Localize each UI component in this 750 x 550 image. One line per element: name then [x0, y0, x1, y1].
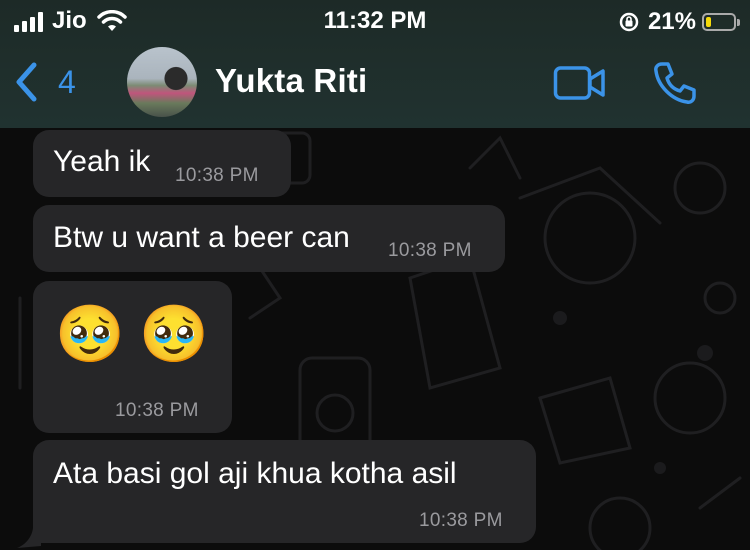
phone-icon[interactable] [652, 60, 698, 106]
message-text: Btw u want a beer can [53, 221, 350, 254]
message-bubble[interactable]: Yeah ik 10:38 PM [33, 130, 291, 197]
back-button[interactable]: 4 [14, 62, 76, 102]
chat-header: Jio 11:32 PM 21% 4 Yukta Riti [0, 0, 750, 128]
message-bubble[interactable]: Btw u want a beer can 10:38 PM [33, 205, 505, 272]
battery-percent: 21% [647, 8, 696, 35]
chevron-left-icon [16, 62, 37, 102]
contact-name[interactable]: Yukta Riti [215, 62, 367, 100]
pleading-face-emoji: 🥹 [55, 302, 125, 365]
message-list[interactable]: Yeah ik 10:38 PM Btw u want a beer can 1… [0, 128, 750, 550]
message-text: Yeah ik [53, 145, 151, 178]
message-time: 10:38 PM [115, 400, 199, 421]
pleading-face-emoji: 🥹 [139, 302, 209, 365]
status-bar: Jio 11:32 PM 21% [0, 0, 750, 40]
message-time: 10:38 PM [388, 240, 472, 261]
orientation-lock-icon [619, 12, 639, 32]
message-text: Ata basi gol aji khua kotha asil [53, 457, 457, 490]
navigation-bar: 4 Yukta Riti [0, 40, 750, 128]
unread-count: 4 [58, 63, 76, 100]
bubble-tail [17, 528, 41, 548]
video-call-icon[interactable] [553, 64, 607, 102]
message-bubble[interactable]: Ata basi gol aji khua kotha asil 10:38 P… [33, 440, 536, 543]
battery-icon [702, 13, 740, 31]
message-bubble[interactable]: 🥹 🥹 10:38 PM [33, 281, 232, 433]
message-time: 10:38 PM [419, 510, 503, 531]
contact-avatar[interactable] [127, 47, 197, 117]
battery-level [706, 17, 711, 27]
message-time: 10:38 PM [175, 165, 259, 186]
